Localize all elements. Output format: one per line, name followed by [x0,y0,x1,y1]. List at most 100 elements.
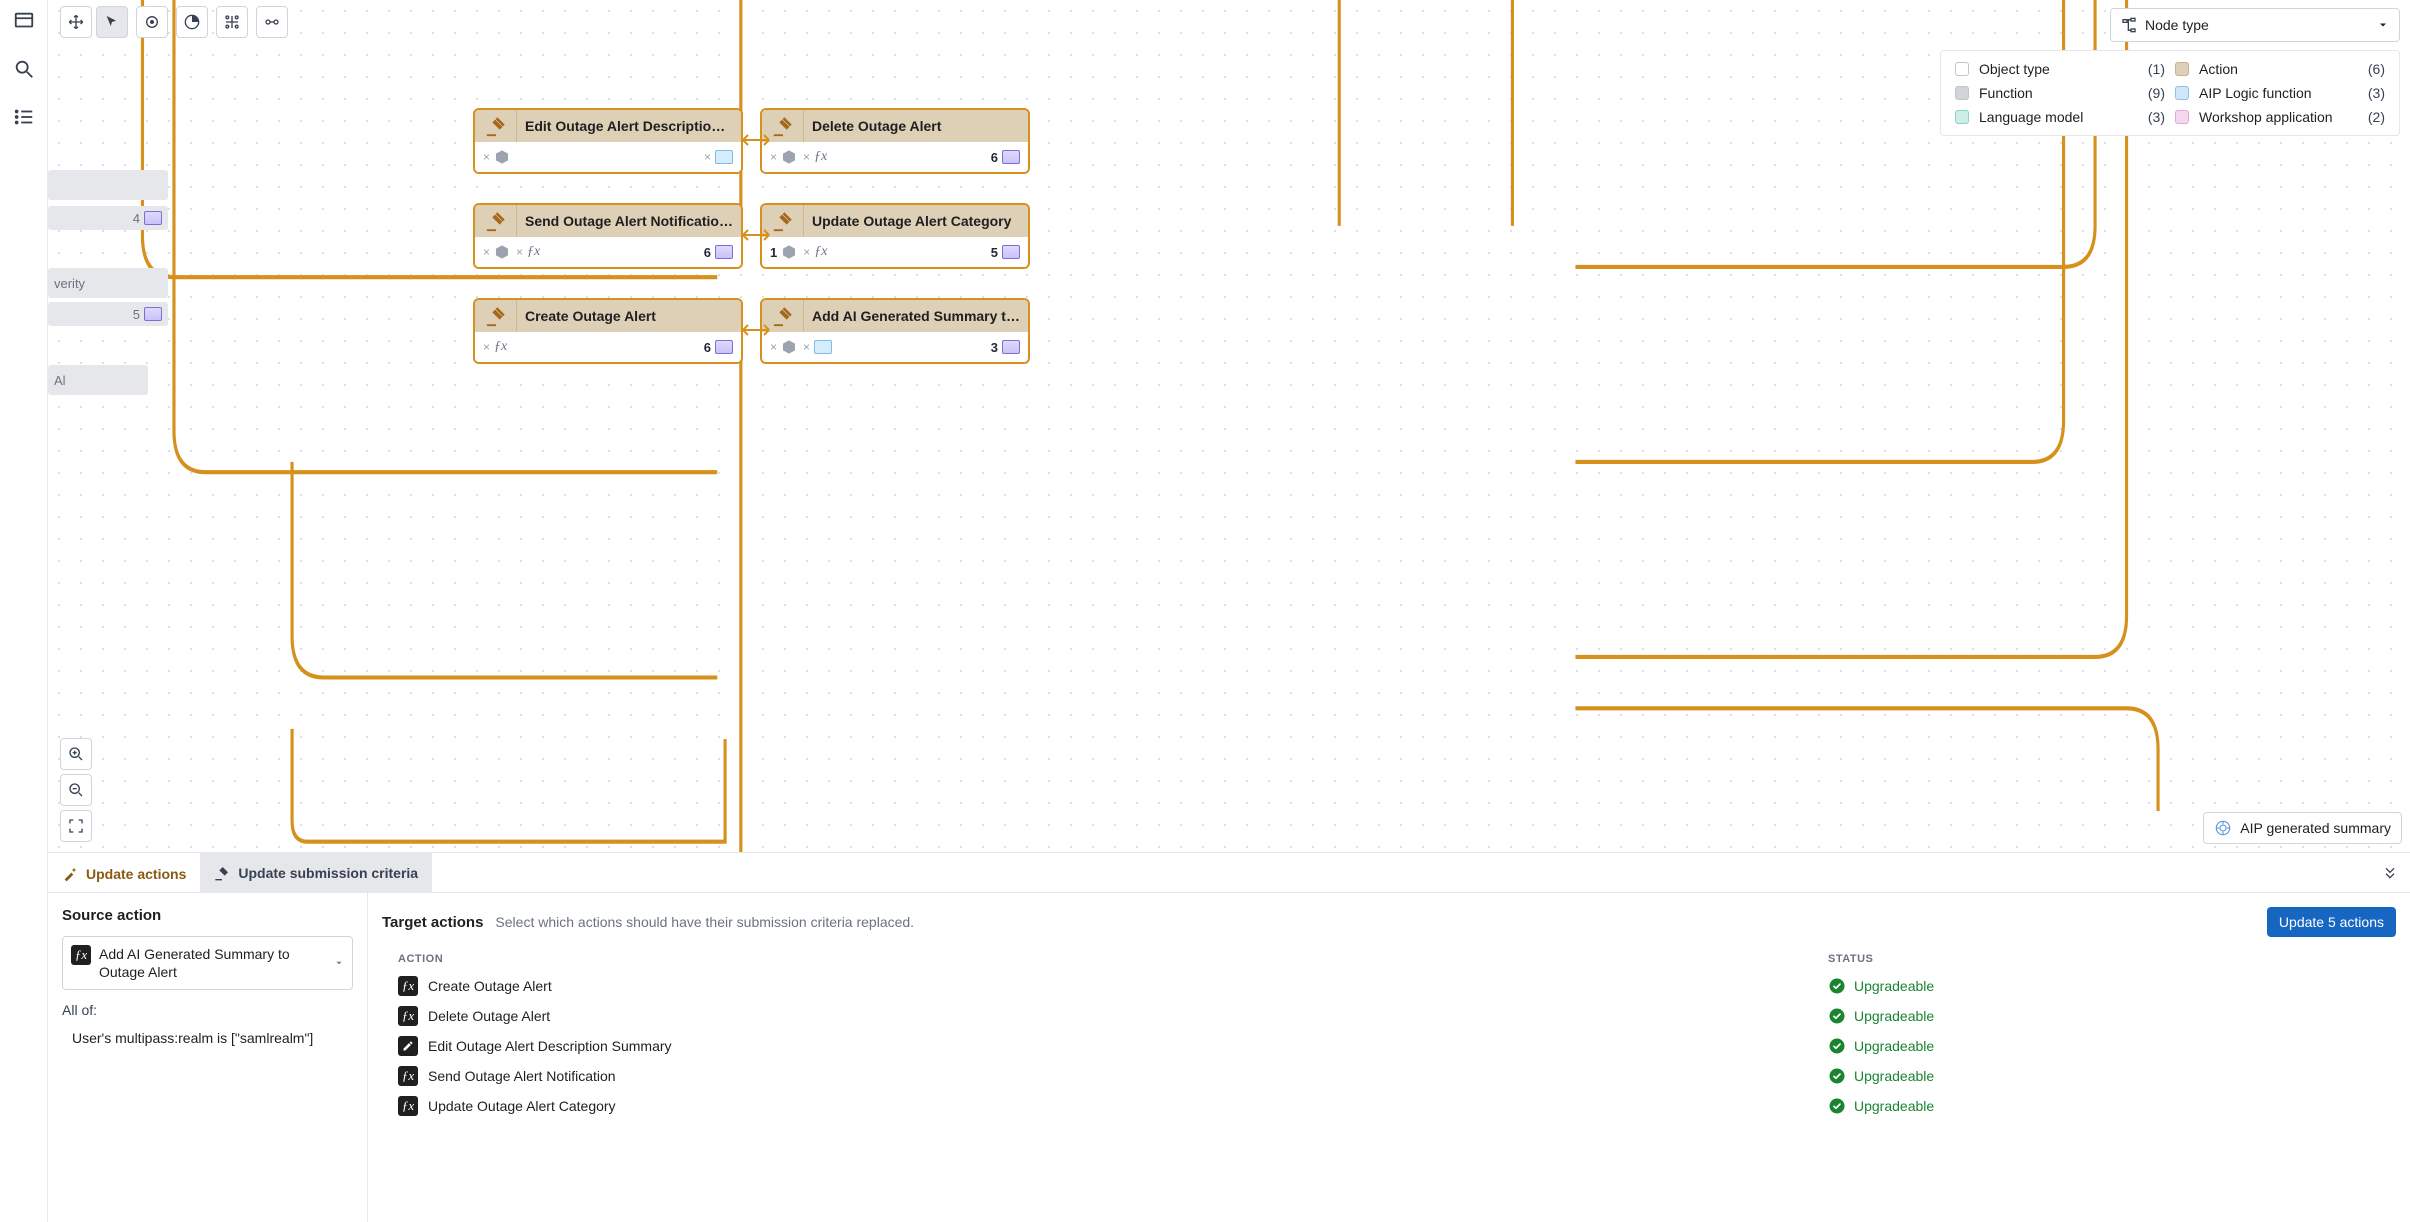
action-cell: ƒx Update Outage Alert Category [398,1096,1828,1116]
panel-icon[interactable] [13,10,35,32]
fx-wand-icon [62,866,78,882]
criteria-rule: User's multipass:realm is ["samlrealm"] [62,1030,353,1046]
canvas-toolbar [60,6,288,38]
target-actions-heading: Target actions [382,914,483,931]
target-actions-hint: Select which actions should have their s… [495,914,914,930]
status-cell: Upgradeable [1828,1007,2388,1025]
check-circle-icon [1828,1007,1846,1025]
action-name: Edit Outage Alert Description Summary [428,1038,672,1054]
table-row[interactable]: ƒx Update Outage Alert Category Upgradeabl… [382,1091,2396,1121]
layout-tool-button[interactable] [216,6,248,38]
link-tool-button[interactable] [256,6,288,38]
bi-arrow-icon [741,323,771,337]
zoom-out-button[interactable] [60,774,92,806]
status-cell: Upgradeable [1828,1067,2388,1085]
check-circle-icon [1828,977,1846,995]
status-text: Upgradeable [1854,1068,1934,1084]
move-tool-button[interactable] [60,6,92,38]
legend-language-model: Language model(3) [1955,109,2165,125]
window-icon [715,340,733,354]
node-add-ai-summary[interactable]: Add AI Generated Summary to… × × 3 [760,298,1030,364]
status-cell: Upgradeable [1828,1037,2388,1055]
tab-update-criteria[interactable]: Update submission criteria [200,853,432,892]
node-create-alert[interactable]: Create Outage Alert ×ƒx 6 [473,298,743,364]
target-actions-section: Target actions Select which actions shou… [368,893,2410,1222]
tab-update-actions[interactable]: Update actions [48,853,200,892]
zoom-controls [60,738,92,842]
action-name: Create Outage Alert [428,978,552,994]
node-type-dropdown[interactable]: Node type [2110,8,2400,42]
segment-tool-button[interactable] [176,6,208,38]
edit-icon [398,1036,418,1056]
gavel-icon [485,305,507,327]
chevron-down-icon [2377,19,2389,31]
node-delete-alert[interactable]: Delete Outage Alert × ×ƒx 6 [760,108,1030,174]
table-row[interactable]: ƒx Send Outage Alert Notification Upgradea… [382,1061,2396,1091]
gavel-icon [485,210,507,232]
partial-node-count-2: 5 [48,302,168,326]
fx-icon: ƒx [71,945,91,965]
status-text: Upgradeable [1854,1038,1934,1054]
legend-aip-logic: AIP Logic function(3) [2175,85,2385,101]
search-icon[interactable] [13,58,35,80]
fx-icon: ƒx [398,1096,418,1116]
aip-summary-chip[interactable]: AIP generated summary [2203,812,2402,844]
legend-workshop: Workshop application(2) [2175,109,2385,125]
main: Node type Object type(1) Action(6) Funct… [48,0,2410,1222]
node-type-icon [2121,17,2137,33]
legend-function: Function(9) [1955,85,2165,101]
action-cell: ƒx Create Outage Alert [398,976,1828,996]
window-icon [1002,245,1020,259]
table-row[interactable]: ƒx Create Outage Alert Upgradeable [382,971,2396,1001]
window-icon [1002,340,1020,354]
gavel-icon [772,210,794,232]
status-text: Upgradeable [1854,978,1934,994]
left-rail [0,0,48,1222]
update-actions-button[interactable]: Update 5 actions [2267,907,2396,937]
status-cell: Upgradeable [1828,1097,2388,1115]
check-circle-icon [1828,1037,1846,1055]
source-action-section: Source action ƒx Add AI Generated Summar… [48,893,368,1222]
collapse-panel-icon[interactable] [2382,865,2398,881]
action-cell: ƒx Send Outage Alert Notification [398,1066,1828,1086]
bi-arrow-icon [741,133,771,147]
focus-tool-button[interactable] [136,6,168,38]
chevron-down-icon [334,958,344,968]
source-action-heading: Source action [62,907,353,924]
node-send-notification[interactable]: Send Outage Alert Notificatio… × ×ƒx 6 [473,203,743,269]
legend-action: Action(6) [2175,61,2385,77]
status-text: Upgradeable [1854,1008,1934,1024]
table-row[interactable]: Edit Outage Alert Description Summary Upg… [382,1031,2396,1061]
fx-icon: ƒx [398,1066,418,1086]
action-name: Update Outage Alert Category [428,1098,616,1114]
window-icon [1002,150,1020,164]
partial-node [48,170,168,200]
col-action: ACTION [398,953,1828,965]
canvas[interactable]: Node type Object type(1) Action(6) Funct… [48,0,2410,852]
legend-object-type: Object type(1) [1955,61,2165,77]
source-action-select[interactable]: ƒx Add AI Generated Summary to Outage Al… [62,936,353,990]
window-icon [715,245,733,259]
bi-arrow-icon [741,228,771,242]
node-type-label: Node type [2145,17,2209,33]
zoom-in-button[interactable] [60,738,92,770]
target-actions-table: ACTION STATUS ƒx Create Outage Alert Upgra… [382,953,2396,1121]
select-tool-button[interactable] [96,6,128,38]
image-icon [814,340,832,354]
image-icon [715,150,733,164]
status-cell: Upgradeable [1828,977,2388,995]
col-status: STATUS [1828,953,2388,965]
panel-tabs: Update actions Update submission criteri… [48,853,2410,893]
gavel-icon [772,115,794,137]
node-update-category[interactable]: Update Outage Alert Category 1 ×ƒx 5 [760,203,1030,269]
action-name: Send Outage Alert Notification [428,1068,616,1084]
node-edit-description[interactable]: Edit Outage Alert Description … × × [473,108,743,174]
fx-icon: ƒx [398,976,418,996]
list-icon[interactable] [13,106,35,128]
criteria-allof: All of: [62,1002,353,1018]
zoom-fit-button[interactable] [60,810,92,842]
table-row[interactable]: ƒxDelete Outage AlertUpgradeable [382,1001,2396,1031]
status-text: Upgradeable [1854,1098,1934,1114]
partial-node-count: 4 [48,206,168,230]
partial-node-al: Al [48,365,148,395]
